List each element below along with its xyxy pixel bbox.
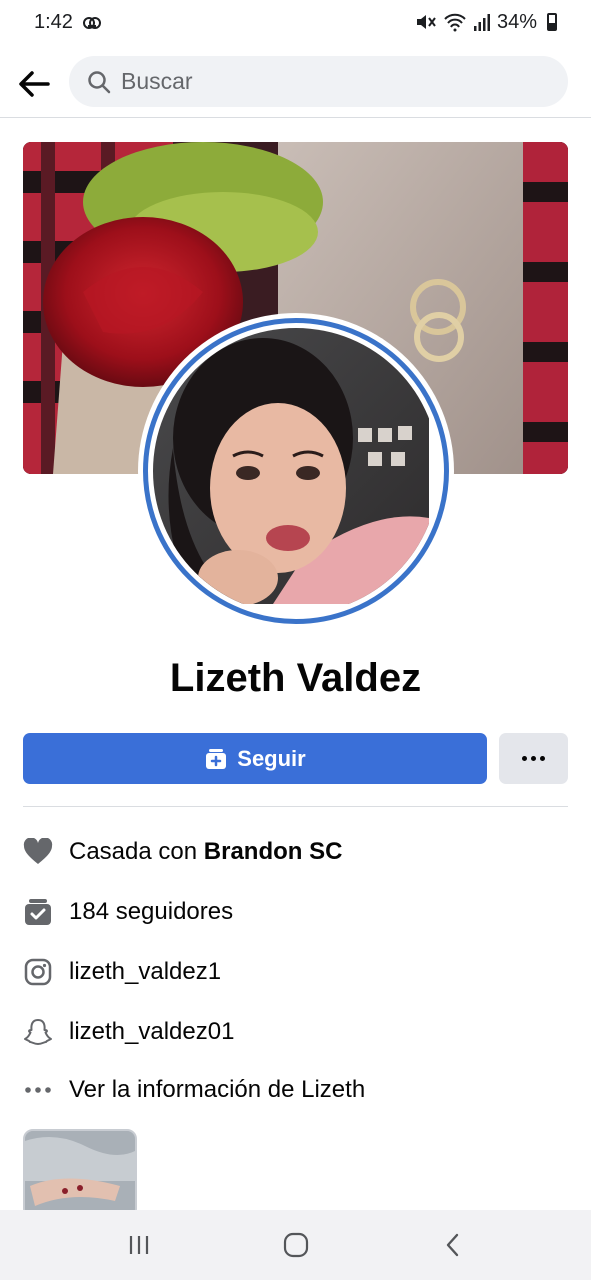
followers-row[interactable]: 184 seguidores xyxy=(23,892,568,932)
followers-text: 184 seguidores xyxy=(69,898,234,925)
see-info-text: Ver la información de Lizeth xyxy=(69,1076,366,1103)
relationship-text: Casada con Brandon SC xyxy=(69,838,342,866)
status-bar: 1:42 34% xyxy=(0,0,591,44)
status-time: 1:42 xyxy=(34,10,73,33)
home-button[interactable] xyxy=(271,1220,321,1270)
arrow-left-icon xyxy=(19,70,50,97)
dot-icon xyxy=(531,756,536,761)
recent-apps-icon xyxy=(129,1236,148,1254)
instagram-row[interactable]: lizeth_valdez1 xyxy=(23,952,568,992)
featured-photo-image xyxy=(25,1131,135,1217)
featured-photo[interactable] xyxy=(23,1129,137,1219)
followers-icon xyxy=(23,897,53,927)
search-icon xyxy=(88,70,111,93)
more-options-button[interactable] xyxy=(499,733,568,784)
search-bar[interactable] xyxy=(69,56,568,107)
relationship-row[interactable]: Casada con Brandon SC xyxy=(23,832,568,872)
dot-icon xyxy=(522,756,527,761)
dot-icon xyxy=(540,756,545,761)
instagram-icon xyxy=(23,957,53,987)
signal-icon xyxy=(473,14,490,31)
wifi-icon xyxy=(444,13,466,32)
partner-link[interactable]: Brandon SC xyxy=(204,838,343,865)
instagram-handle: lizeth_valdez1 xyxy=(69,958,222,985)
follow-button[interactable]: Seguir xyxy=(23,733,487,784)
mute-icon xyxy=(416,15,436,29)
follow-label: Seguir xyxy=(237,745,306,771)
follow-icon xyxy=(206,748,227,769)
recent-apps-button[interactable] xyxy=(114,1220,164,1270)
story-ring xyxy=(143,318,449,624)
home-icon xyxy=(283,1232,308,1258)
system-nav-bar xyxy=(0,1210,591,1280)
snapchat-handle: lizeth_valdez01 xyxy=(69,1018,235,1045)
see-info-row[interactable]: Ver la información de Lizeth xyxy=(23,1070,568,1110)
battery-level: 34% xyxy=(496,10,537,33)
search-input[interactable] xyxy=(121,68,521,95)
chevron-left-icon xyxy=(446,1233,458,1257)
relationship-prefix: Casada con xyxy=(69,838,204,865)
back-button[interactable] xyxy=(17,67,51,101)
divider xyxy=(23,806,568,807)
avatar-image xyxy=(153,328,429,606)
back-nav-button[interactable] xyxy=(428,1220,478,1270)
profile-picture[interactable] xyxy=(138,313,454,629)
more-dots-icon xyxy=(23,1075,53,1105)
profile-name: Lizeth Valdez xyxy=(169,656,422,700)
snapchat-icon xyxy=(23,1017,53,1047)
voicemail-icon xyxy=(82,17,101,29)
battery-icon xyxy=(547,13,557,31)
snapchat-row[interactable]: lizeth_valdez01 xyxy=(23,1012,568,1052)
top-bar xyxy=(0,50,591,118)
heart-icon xyxy=(23,837,53,867)
